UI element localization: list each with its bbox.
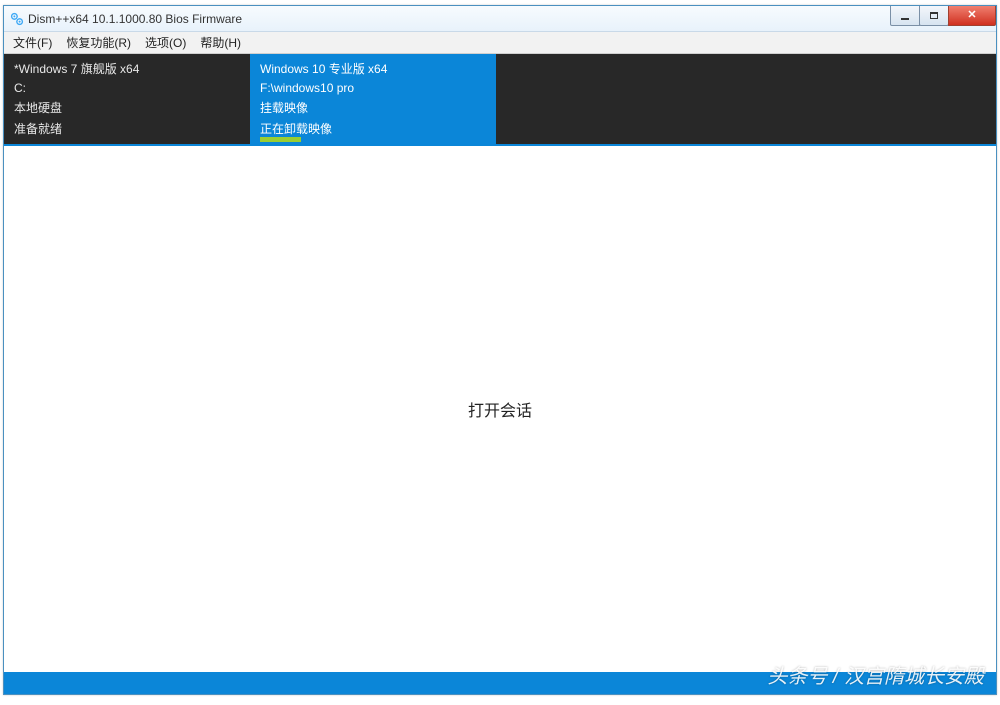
image-path: F:\windows10 pro [260, 81, 486, 95]
minimize-icon [901, 18, 909, 20]
window-controls: ✕ [891, 6, 996, 26]
app-window: Dism++x64 10.1.1000.80 Bios Firmware ✕ 文… [3, 5, 997, 695]
maximize-button[interactable] [919, 6, 949, 26]
image-name: Windows 10 专业版 x64 [260, 60, 486, 77]
image-disk: 挂载映像 [260, 99, 486, 116]
image-name: *Windows 7 旗舰版 x64 [14, 60, 240, 77]
titlebar[interactable]: Dism++x64 10.1.1000.80 Bios Firmware ✕ [4, 6, 996, 32]
unload-progress-fill [260, 137, 301, 142]
image-disk: 本地硬盘 [14, 99, 240, 116]
watermark-text: 头条号 / 汉宫隋城长安殿 [767, 660, 984, 689]
minimize-button[interactable] [890, 6, 920, 26]
unload-progress [260, 137, 486, 142]
maximize-icon [930, 12, 938, 19]
image-strip-empty [496, 54, 996, 144]
app-icon [10, 12, 24, 26]
menu-help[interactable]: 帮助(H) [193, 32, 248, 53]
window-title: Dism++x64 10.1.1000.80 Bios Firmware [28, 12, 242, 26]
image-status: 正在卸载映像 [260, 120, 486, 137]
menubar: 文件(F) 恢复功能(R) 选项(O) 帮助(H) [4, 32, 996, 54]
open-session-prompt: 打开会话 [468, 397, 532, 421]
content-area[interactable]: 打开会话 [4, 146, 996, 672]
menu-recovery[interactable]: 恢复功能(R) [59, 32, 138, 53]
close-button[interactable]: ✕ [948, 6, 996, 26]
close-icon: ✕ [967, 10, 976, 21]
image-strip: *Windows 7 旗舰版 x64 C: 本地硬盘 准备就绪 Windows … [4, 54, 996, 146]
menu-options[interactable]: 选项(O) [138, 32, 193, 53]
image-status: 准备就绪 [14, 120, 240, 137]
menu-file[interactable]: 文件(F) [6, 32, 59, 53]
image-card-win7[interactable]: *Windows 7 旗舰版 x64 C: 本地硬盘 准备就绪 [4, 54, 250, 144]
image-path: C: [14, 81, 240, 95]
image-card-win10[interactable]: Windows 10 专业版 x64 F:\windows10 pro 挂载映像… [250, 54, 496, 144]
